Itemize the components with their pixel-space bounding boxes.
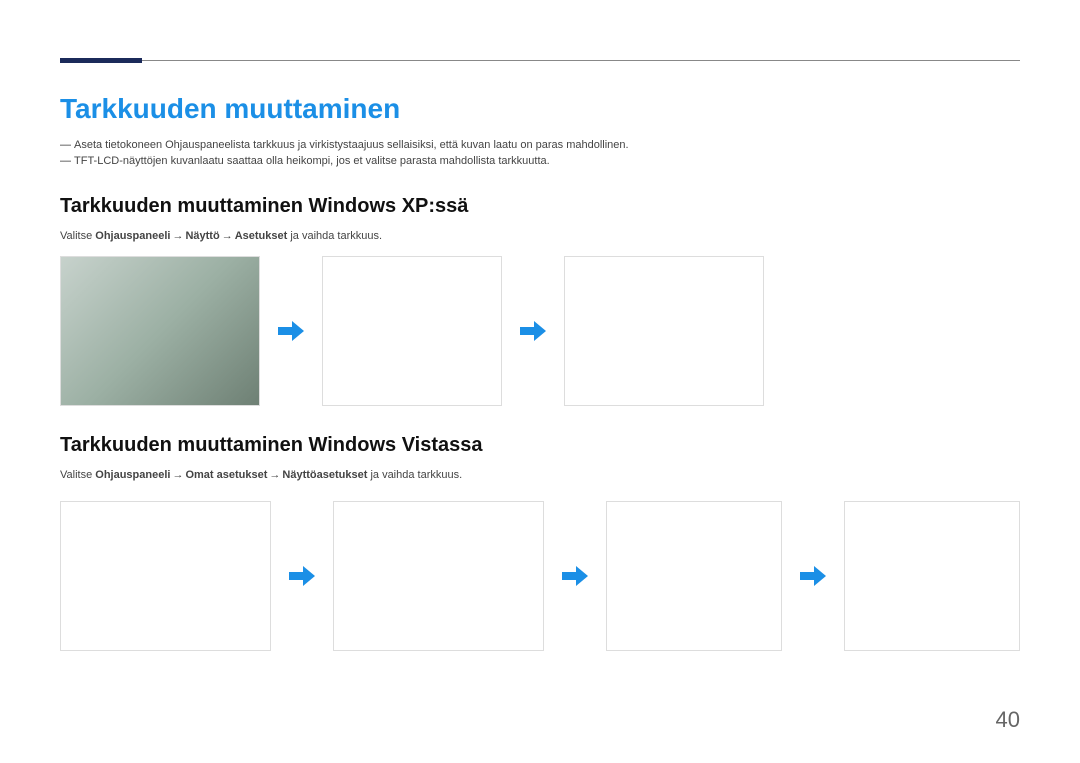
note-1: Aseta tietokoneen Ohjauspaneelista tarkk… <box>60 139 1020 151</box>
vista-instr-suffix: ja vaihda tarkkuus. <box>367 469 462 481</box>
arrow-right-icon <box>520 320 546 342</box>
screenshot-vista-personalization <box>333 501 544 651</box>
xp-path-1: Ohjauspaneeli <box>95 230 170 242</box>
xp-figure-row <box>60 256 1020 406</box>
vista-path-1: Ohjauspaneeli <box>95 469 170 481</box>
arrow-right-icon <box>278 320 304 342</box>
screenshot-vista-control-panel <box>60 501 271 651</box>
xp-path-3: Asetukset <box>235 230 288 242</box>
vista-instr-prefix: Valitse <box>60 469 95 481</box>
screenshot-vista-resolution <box>844 501 1020 651</box>
xp-instruction: Valitse Ohjauspaneeli→Näyttö→Asetukset j… <box>60 230 1020 242</box>
vista-path-3: Näyttöasetukset <box>282 469 367 481</box>
main-heading: Tarkkuuden muuttaminen <box>60 93 1020 125</box>
vista-instruction: Valitse Ohjauspaneeli→Omat asetukset→Näy… <box>60 469 1020 481</box>
arrow-sep: → <box>269 469 280 481</box>
xp-heading: Tarkkuuden muuttaminen Windows XP:ssä <box>60 195 1020 218</box>
page-number: 40 <box>996 707 1020 733</box>
screenshot-xp-control-panel <box>60 256 260 406</box>
vista-path-2: Omat asetukset <box>185 469 267 481</box>
screenshot-vista-display-settings <box>606 501 782 651</box>
xp-path-2: Näyttö <box>185 230 219 242</box>
xp-instr-prefix: Valitse <box>60 230 95 242</box>
top-rule <box>60 60 1020 61</box>
arrow-right-icon <box>289 565 315 587</box>
screenshot-xp-display <box>322 256 502 406</box>
vista-figure-row <box>60 501 1020 651</box>
arrow-sep: → <box>222 230 233 242</box>
screenshot-xp-settings <box>564 256 764 406</box>
arrow-sep: → <box>172 230 183 242</box>
arrow-right-icon <box>800 565 826 587</box>
xp-instr-suffix: ja vaihda tarkkuus. <box>287 230 382 242</box>
arrow-sep: → <box>172 469 183 481</box>
vista-heading: Tarkkuuden muuttaminen Windows Vistassa <box>60 434 1020 457</box>
note-2: TFT-LCD-näyttöjen kuvanlaatu saattaa oll… <box>60 155 1020 167</box>
arrow-right-icon <box>562 565 588 587</box>
